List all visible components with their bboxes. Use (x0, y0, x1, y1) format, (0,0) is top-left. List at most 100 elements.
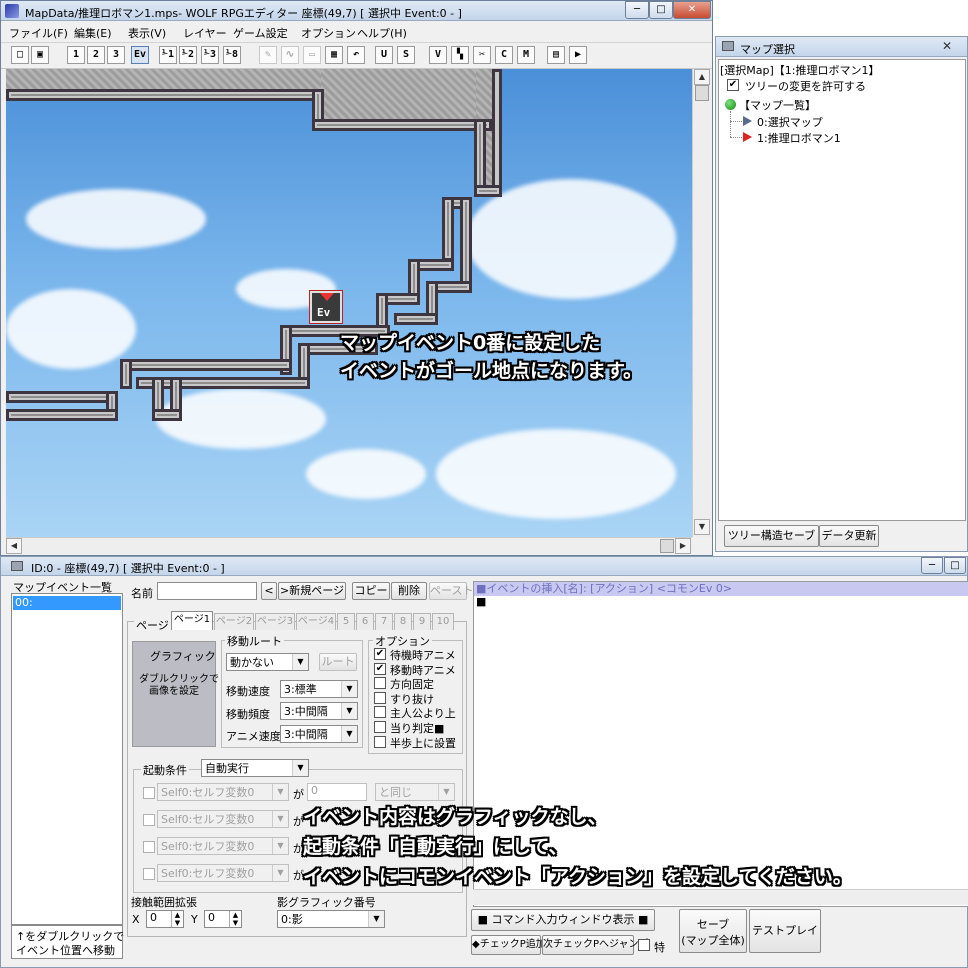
toolbar-zoom-3-button[interactable]: ⅟3 (201, 46, 219, 64)
scroll-thumb[interactable] (660, 539, 674, 553)
prev-page-button[interactable]: < (261, 582, 277, 600)
toolbar-tool-icon[interactable]: ✂ (473, 46, 491, 64)
option-label[interactable]: 半歩上に設置 (390, 735, 456, 751)
menu-file[interactable]: ファイル(F) (9, 25, 68, 41)
move-frequency-select[interactable]: 3:中間隔 (280, 702, 358, 720)
map-horizontal-scrollbar[interactable]: ◀ ▶ (6, 537, 692, 554)
toolbar-line-icon[interactable]: ∿ (281, 46, 299, 64)
start-condition-select[interactable]: 自動実行 (201, 759, 309, 777)
toolbar-map-tree-icon[interactable]: ▚ (451, 46, 469, 64)
toolbar-save-icon[interactable]: ▣ (31, 46, 49, 64)
route-button[interactable]: ルート (319, 653, 357, 671)
event-marker[interactable]: Ev (310, 291, 342, 323)
event-list-item[interactable]: 00: (13, 596, 121, 610)
tab-page-1[interactable]: ページ1 (171, 611, 213, 630)
option-label[interactable]: 当り判定■ (390, 720, 444, 736)
condition-value-input[interactable]: 0 (307, 783, 367, 801)
close-button[interactable]: ✕ (673, 1, 711, 19)
option-label[interactable]: 主人公より上 (390, 705, 456, 721)
tab-page-8[interactable]: 8 (394, 613, 412, 630)
toolbar-database-user-icon[interactable]: U (375, 46, 393, 64)
minimize-button[interactable]: ─ (625, 1, 649, 19)
update-data-button[interactable]: データ更新 (819, 525, 879, 547)
testplay-button[interactable]: テストプレイ (749, 909, 821, 953)
option-checkbox[interactable]: ✔ (374, 648, 386, 660)
tab-page-7[interactable]: 7 (375, 613, 393, 630)
allow-tree-change-checkbox[interactable]: ✔ (727, 79, 739, 91)
toolbar-new-icon[interactable]: □ (11, 46, 29, 64)
menu-view[interactable]: 表示(V) (128, 25, 166, 41)
menu-game-settings[interactable]: ゲーム設定 (233, 25, 288, 41)
maximize-button[interactable]: □ (649, 1, 673, 19)
option-checkbox[interactable] (374, 691, 386, 704)
toolbar-database-system-icon[interactable]: S (397, 46, 415, 64)
toolbar-layer-3-button[interactable]: 3 (107, 46, 125, 64)
condition-operator-select[interactable]: と同じ (375, 783, 455, 801)
name-input[interactable] (157, 582, 257, 600)
save-map-button[interactable]: セーブ (マップ全体) (679, 909, 747, 953)
tree-item-select-map[interactable]: 0:選択マップ (757, 114, 823, 130)
move-type-select[interactable]: 動かない (226, 653, 309, 671)
command-header[interactable]: ■イベントの挿入[名]: [アクション] <コモンEv 0> (474, 582, 968, 596)
map-select-close-button[interactable]: ✕ (942, 39, 952, 53)
condition-variable-select[interactable]: Self0:セルフ変数0 (157, 837, 289, 855)
tab-page-5[interactable]: 5 (337, 613, 355, 630)
option-checkbox[interactable] (374, 721, 386, 733)
option-label[interactable]: 方向固定 (390, 676, 434, 692)
tab-page-10[interactable]: 10 (432, 613, 454, 630)
option-checkbox[interactable] (374, 706, 386, 719)
map-canvas[interactable]: Ev マップイベント0番に設定した イベントがゴール地点になります。 (6, 69, 692, 537)
condition-checkbox[interactable] (143, 787, 155, 799)
condition-checkbox[interactable] (143, 814, 155, 826)
main-title-bar[interactable]: MapData/推理ロボマン1.mps- WOLF RPGエディター 座標(49… (1, 1, 712, 21)
option-checkbox[interactable]: ✔ (374, 662, 386, 675)
toolbar-rect-icon[interactable]: ▭ (303, 46, 321, 64)
scroll-left-icon[interactable]: ◀ (6, 538, 22, 554)
event-maximize-button[interactable]: □ (944, 557, 966, 574)
toolbar-database-variable-icon[interactable]: V (429, 46, 447, 64)
next-checkpoint-button[interactable]: 次チェックPへジャンプ (542, 935, 648, 955)
tab-page-2[interactable]: ページ2 (214, 613, 254, 630)
toolbar-map-settings-icon[interactable]: M (517, 46, 535, 64)
new-page-button[interactable]: >新規ページ (278, 582, 346, 600)
toolbar-pen-icon[interactable]: ✎ (259, 46, 277, 64)
toolbar-common-event-icon[interactable]: C (495, 46, 513, 64)
toolbar-zoom-4-button[interactable]: ⅟8 (223, 46, 241, 64)
option-label[interactable]: すり抜け (390, 691, 434, 707)
tab-page-4[interactable]: ページ4 (296, 613, 336, 630)
scroll-down-icon[interactable]: ▼ (694, 519, 710, 535)
toolbar-zoom-1-button[interactable]: ⅟1 (159, 46, 177, 64)
condition-variable-select[interactable]: Self0:セルフ変数0 (157, 783, 289, 801)
menu-option[interactable]: オプション (301, 25, 356, 41)
move-speed-select[interactable]: 3:標準 (280, 680, 358, 698)
x-spinner-icon[interactable]: ▲ ▼ (171, 911, 183, 927)
menu-layer[interactable]: レイヤー (183, 25, 227, 41)
scroll-thumb[interactable] (695, 85, 709, 101)
option-label[interactable]: 移動時アニメ (390, 662, 456, 678)
option-checkbox[interactable] (374, 735, 386, 748)
event-list[interactable]: 00: (11, 593, 123, 925)
toolbar-event-layer-button[interactable]: Ev (131, 46, 149, 64)
menu-edit[interactable]: 編集(E) (74, 25, 112, 41)
event-minimize-button[interactable]: ─ (921, 557, 943, 574)
toolbar-zoom-2-button[interactable]: ⅟2 (179, 46, 197, 64)
event-title-bar[interactable]: ID:0 - 座標(49,7) [ 選択中 Event:0 - ] ─ □ (1, 557, 967, 576)
command-horizontal-scrollbar[interactable] (473, 889, 968, 905)
save-tree-button[interactable]: ツリー構造セーブ (724, 525, 819, 547)
toolbar-fill-icon[interactable]: ▦ (325, 46, 343, 64)
menu-help[interactable]: ヘルプ(H) (357, 25, 407, 41)
map-select-title-bar[interactable]: マップ選択 ✕ (716, 37, 967, 57)
option-checkbox[interactable] (374, 677, 386, 690)
shadow-select[interactable]: 0:影 (277, 910, 385, 928)
graphic-box[interactable]: グラフィック ダブルクリックで 画像を設定 (132, 641, 219, 747)
tab-page-9[interactable]: 9 (413, 613, 431, 630)
command-window-button[interactable]: ■ コマンド入力ウィンドウ表示 ■ (471, 909, 655, 931)
tab-page-3[interactable]: ページ3 (255, 613, 295, 630)
tab-page-6[interactable]: 6 (356, 613, 374, 630)
scroll-up-icon[interactable]: ▲ (694, 69, 710, 85)
condition-variable-select[interactable]: Self0:セルフ変数0 (157, 864, 289, 882)
tree-item-robo-map[interactable]: 1:推理ロボマン1 (757, 130, 841, 146)
anim-speed-select[interactable]: 3:中間隔 (280, 725, 358, 743)
condition-checkbox[interactable] (143, 841, 155, 853)
toolbar-layer-2-button[interactable]: 2 (87, 46, 105, 64)
